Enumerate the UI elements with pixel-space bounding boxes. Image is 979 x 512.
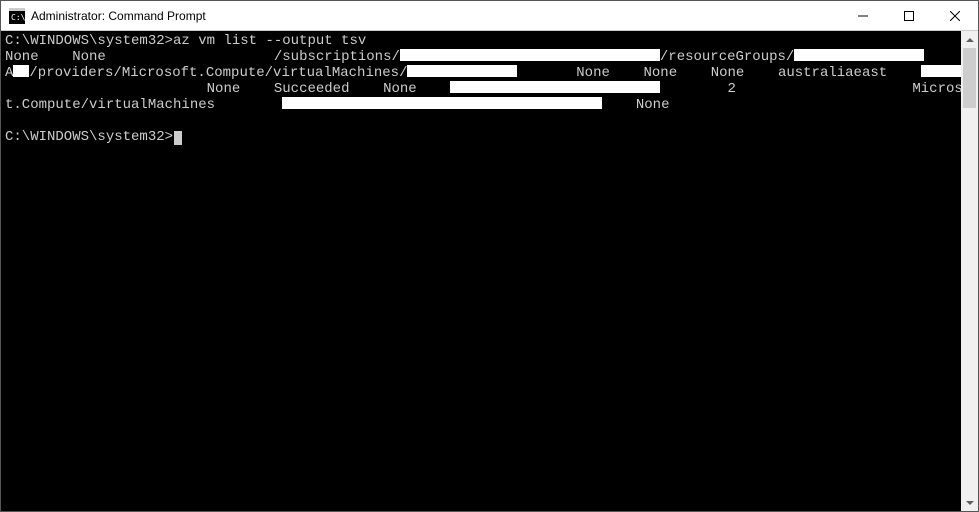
output-none: None — [72, 49, 106, 65]
output-none: None — [383, 81, 417, 97]
text-cursor — [174, 131, 182, 145]
output-none: None — [576, 65, 610, 81]
output-none: None — [5, 49, 39, 65]
command-text: az vm list --output tsv — [173, 33, 366, 49]
window-title: Administrator: Command Prompt — [31, 9, 206, 23]
scrollbar-thumb[interactable] — [963, 48, 976, 108]
chevron-down-icon — [966, 501, 974, 505]
scrollbar-down-button[interactable] — [961, 494, 978, 511]
scrollbar-up-button[interactable] — [961, 31, 978, 48]
output-succeeded: Succeeded — [274, 81, 350, 97]
scrollbar-track[interactable] — [961, 48, 978, 494]
redacted-block — [921, 65, 961, 77]
redacted-block — [794, 49, 924, 61]
output-subscriptions: /subscriptions/ — [274, 49, 400, 65]
maximize-button[interactable] — [886, 1, 932, 30]
window-controls — [840, 1, 978, 30]
close-button[interactable] — [932, 1, 978, 30]
redacted-block — [407, 65, 517, 77]
output-tcompute: t.Compute/virtualMachines — [5, 97, 215, 113]
output-none: None — [207, 81, 241, 97]
chevron-up-icon — [966, 38, 974, 42]
titlebar[interactable]: C:\ Administrator: Command Prompt — [1, 1, 978, 31]
svg-text:C:\: C:\ — [11, 13, 25, 22]
output-none: None — [636, 97, 670, 113]
redacted-block — [13, 65, 29, 77]
redacted-block — [450, 81, 660, 93]
output-providers-path: /providers/Microsoft.Compute/virtualMach… — [29, 65, 407, 81]
output-microsof: Microsof — [912, 81, 961, 97]
prompt: C:\WINDOWS\system32> — [5, 33, 173, 49]
console-output[interactable]: C:\WINDOWS\system32>az vm list --output … — [1, 31, 961, 511]
minimize-button[interactable] — [840, 1, 886, 30]
prompt: C:\WINDOWS\system32> — [5, 129, 173, 145]
redacted-block — [400, 49, 660, 61]
redacted-block — [282, 97, 602, 109]
cmd-icon: C:\ — [9, 8, 25, 24]
output-none: None — [711, 65, 745, 81]
client-area: C:\WINDOWS\system32>az vm list --output … — [1, 31, 978, 511]
output-none: None — [644, 65, 678, 81]
output-two: 2 — [728, 81, 736, 97]
output-resourcegroups: /resourceGroups/ — [660, 49, 794, 65]
output-line2-prefix: A — [5, 65, 13, 81]
vertical-scrollbar[interactable] — [961, 31, 978, 511]
output-location: australiaeast — [778, 65, 887, 81]
